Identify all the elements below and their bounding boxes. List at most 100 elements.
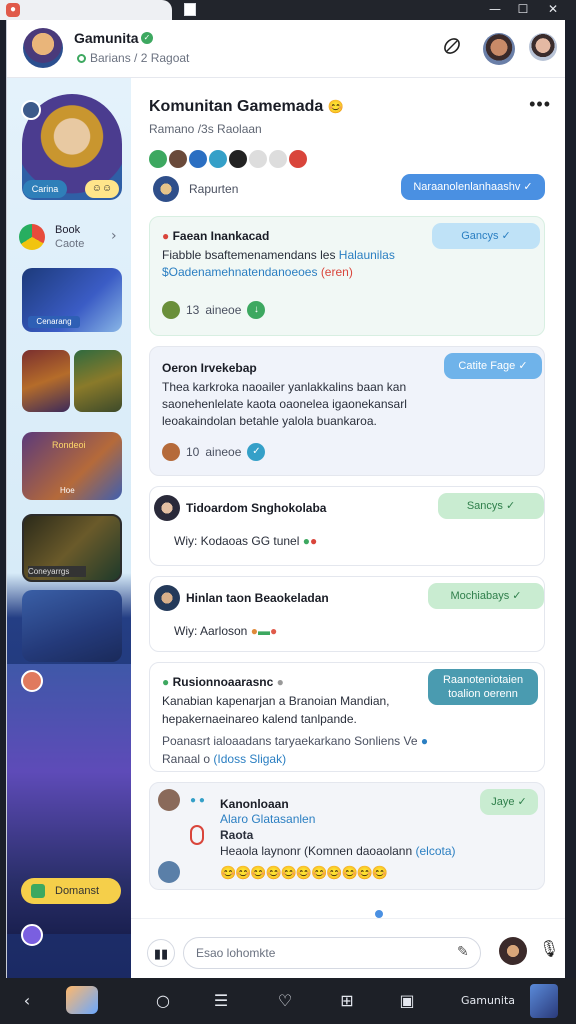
stats-icon[interactable]: ▮▮ [147,939,175,967]
app-launcher-icon[interactable] [66,986,98,1014]
back-icon[interactable]: ‹ [12,986,42,1016]
group-name: Gamunita [74,30,139,46]
profile-label: Carina [23,180,67,198]
message-input[interactable]: Esao lohomkte [183,937,481,969]
message-6-link[interactable]: Alaro Glatasanlen [220,811,500,828]
user-avatar-1[interactable] [483,33,515,65]
status-pill[interactable]: Catite Fage ✓ [444,353,542,379]
member-icon [149,150,167,168]
app-icon: ● [6,3,20,17]
message-1-pill: Gancys [461,230,499,242]
chevron-right-icon[interactable]: › [111,228,117,244]
composer-avatar[interactable] [499,937,527,965]
status-pill[interactable]: Raanoteniotaien toalion oerenn [428,669,538,705]
author-avatar [154,585,180,611]
author-avatar [154,495,180,521]
message-card-1[interactable]: ● Faean Inankacad Fiabble bsaftemenamend… [149,216,545,336]
game-card-3[interactable] [74,350,122,412]
message-4-pill: Mochiabays [450,590,510,602]
domain-button[interactable]: Domanst [21,878,121,904]
member-icon [249,150,267,168]
game-icon[interactable] [530,984,558,1018]
message-5-title-text: Rusionnoaarasnc [172,675,274,689]
status-pill[interactable]: Sancys ✓ [438,493,544,519]
channel-title: Komunitan Gamemada 😊 [149,98,344,116]
top-tag-pill[interactable]: Naraanolenlanhaashv ✓ [401,174,545,200]
chrome-icon [19,224,45,250]
message-5-pill-line1: Raanoteniotaien [442,674,524,686]
leaf-icon[interactable] [439,36,465,62]
mic-icon[interactable]: 🎙 [539,939,559,965]
message-body: Fiabble bsaftemenamendans les Halaunilas [162,247,462,264]
game-card-1[interactable]: Cenarang [22,268,122,332]
sidebar: Carina ☺☺ Book Caote › Cenarang Rondeoi … [7,78,131,978]
member-icon [289,150,307,168]
small-avatar [21,100,41,120]
minimize-button[interactable]: — [480,0,510,20]
emoji-icon: ● [269,624,278,638]
game-card-1-label: Cenarang [28,316,80,328]
message-card-6[interactable]: Kanonloaan ● ● Alaro Glatasanlen Raota H… [149,782,545,890]
message-body: $Oadenamehnatendanoeoes (eren) [162,264,462,281]
message-6-body-text: Heaola laynonr (Komnen daoaolann [220,844,413,858]
message-card-3[interactable]: Tidoardom Snghokolaba Wiy: Kodaoas GG tu… [149,486,545,566]
message-card-4[interactable]: Hinlan taon Beaokeladan Wiy: Aarloson ●▬… [149,576,545,652]
crop-icon[interactable]: ⊞ [332,986,362,1016]
game-card-6[interactable] [22,590,122,662]
game-card-4[interactable]: Rondeoi Hoe [22,432,122,500]
browser-tab[interactable]: ● [0,0,172,20]
taskbar-label[interactable]: Gamunita [458,986,518,1016]
message-6-body-link[interactable]: (elcota) [415,844,455,858]
reaction-emojis[interactable]: 😊😊😊😊😊😊😊😊😊😊😊 [220,865,388,881]
message-card-5[interactable]: ● Rusionnoaarasnc ● Kanabian kapenarjan … [149,662,545,772]
maximize-button[interactable]: ☐ [508,0,538,20]
message-4-body: Wiy: Aarloson ●▬● [174,623,454,640]
message-5-body3-text: Poanasrt ialoaadans taryaekarkano Sonlie… [162,734,418,748]
image-icon[interactable]: ▣ [392,986,422,1016]
taskbar: ‹ ○ ☰ ♡ ⊞ ▣ Gamunita [0,978,576,1024]
game-card-5[interactable]: Coneyarrgs [22,514,122,582]
game-card-2[interactable] [22,350,70,412]
user-avatar-2[interactable] [529,33,557,61]
emoji-icon: ● [302,534,310,548]
attach-icon[interactable]: ✎ [457,943,469,960]
message-1-tag: (eren) [320,265,353,279]
message-5-link[interactable]: (Idoss Sligak) [213,752,286,766]
menu-icon[interactable]: ☰ [206,986,236,1016]
poster-name: Rapurten [189,182,239,196]
status-pill[interactable]: Gancys ✓ [432,223,540,249]
message-5-title: ● Rusionnoaarasnc ● [162,675,284,689]
author-avatar [158,789,180,811]
member-icon [269,150,287,168]
app-header: Gamunita ✓ Barians / 2 Ragoat [7,20,565,78]
new-tab-icon[interactable] [184,3,196,16]
message-5-body4: Ranaal o (Idoss Sligak) [162,751,452,768]
group-subtitle: Barians / 2 Ragoat [77,51,189,65]
app-badge-icon [31,884,45,898]
home-icon[interactable]: ○ [148,986,178,1016]
reaction-row[interactable]: 13 aineoe ↓ [162,301,266,319]
online-icon [77,54,86,63]
reaction-label: aineoe [205,303,242,317]
channel-panel: Komunitan Gamemada 😊 Ramano /3s Raolaan … [131,78,565,918]
poster-avatar[interactable] [153,176,179,202]
more-icon[interactable]: ••• [529,94,551,115]
status-pill[interactable]: Mochiabays ✓ [428,583,544,609]
reaction-row[interactable]: 10 aineoe ✓ [162,443,266,461]
message-6-body: Heaola laynonr (Komnen daoaolann (elcota… [220,843,540,860]
dots-icon: ● ● [190,795,205,806]
message-3-pill: Sancys [466,500,503,512]
close-button[interactable]: ✕ [538,0,568,20]
message-2-pill: Catite Fage [458,360,516,372]
group-avatar[interactable] [23,28,63,68]
shield-icon[interactable]: ♡ [270,986,300,1016]
channel-subtitle: Ramano /3s Raolaan [149,122,262,136]
status-pill[interactable]: Jaye ✓ [480,789,538,815]
hero-avatar [21,670,43,692]
top-tag-label: Naraanolenlanhaashv [413,181,521,193]
reactor-avatar [158,861,180,883]
message-card-2[interactable]: Oeron Irvekebap Thea karkroka naoailer y… [149,346,545,476]
message-1-link[interactable]: Halaunilas [339,248,395,262]
message-1-link2[interactable]: $Oadenamehnatendanoeoes [162,265,317,279]
message-3-body-text: Wiy: Kodaoas GG tunel [174,534,300,548]
